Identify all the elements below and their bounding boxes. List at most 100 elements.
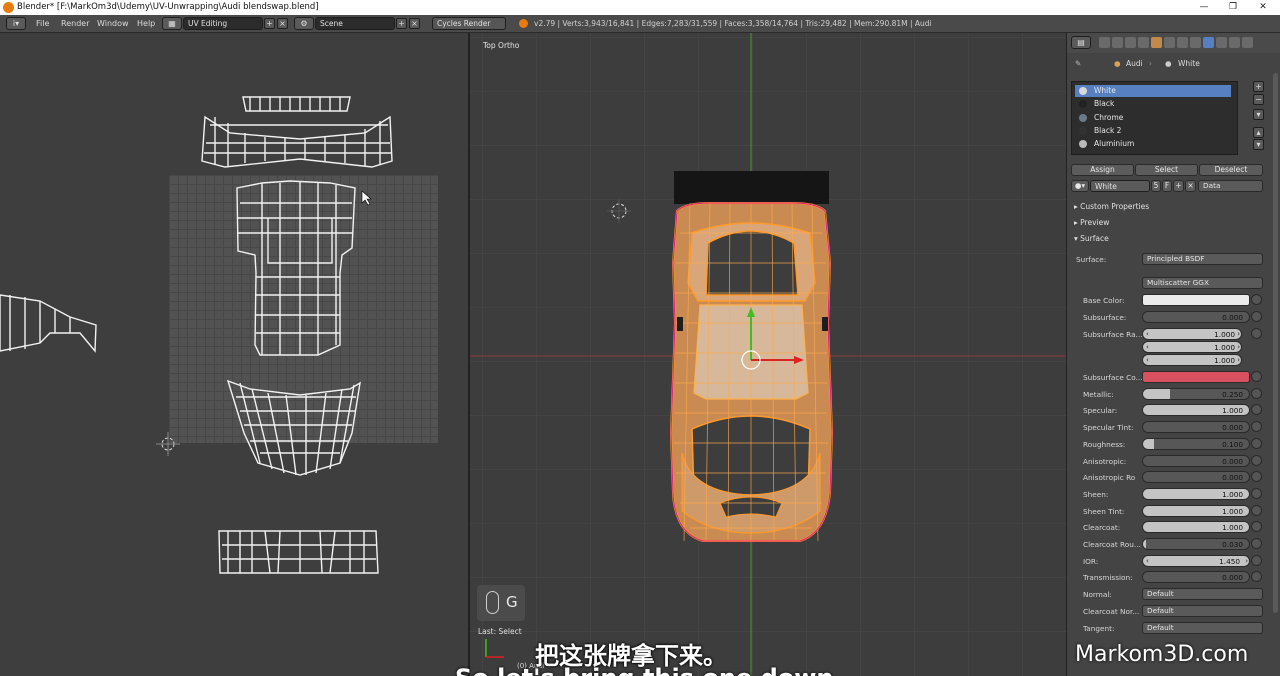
constraints-tab-icon[interactable] <box>1164 37 1175 48</box>
assign-button[interactable]: Assign <box>1071 164 1134 176</box>
move-slot-down-button[interactable]: ▾ <box>1253 139 1264 150</box>
link-socket-icon[interactable] <box>1251 404 1262 416</box>
numeric-slider[interactable]: 0.000 <box>1142 571 1250 584</box>
texture-tab-icon[interactable] <box>1216 37 1227 48</box>
license-plate-mesh[interactable] <box>674 171 829 204</box>
screen-layout-icon[interactable]: ▦ <box>162 17 182 30</box>
fake-user-icon[interactable]: F <box>1162 180 1172 192</box>
color-swatch[interactable] <box>1142 370 1250 383</box>
scene-tab-icon[interactable] <box>1125 37 1136 48</box>
link-socket-icon[interactable] <box>1251 421 1262 433</box>
data-tab-icon[interactable] <box>1190 37 1201 48</box>
material-slot[interactable]: Chrome <box>1075 112 1231 124</box>
input-link-dropdown[interactable]: Default <box>1142 605 1263 618</box>
scene-icon[interactable]: ⚙ <box>294 17 314 30</box>
uv-islands[interactable] <box>0 33 468 676</box>
numeric-slider[interactable]: 0.000 <box>1142 311 1250 323</box>
preview-panel[interactable]: ▸ Preview <box>1074 218 1109 227</box>
surface-shader-dropdown[interactable]: Principled BSDF <box>1142 253 1263 265</box>
vector-component-field[interactable]: ‹ 1.000 › <box>1142 340 1242 353</box>
link-socket-icon[interactable] <box>1251 327 1262 339</box>
unlink-material-icon[interactable]: × <box>1185 180 1196 192</box>
particles-tab-icon[interactable] <box>1229 37 1240 48</box>
input-link-dropdown[interactable]: Default <box>1142 588 1263 601</box>
numeric-slider[interactable]: 0.000 <box>1142 454 1250 467</box>
world-tab-icon[interactable] <box>1138 37 1149 48</box>
menu-file[interactable]: File <box>36 19 49 28</box>
link-socket-icon[interactable] <box>1251 437 1262 449</box>
numeric-slider[interactable]: 1.000 <box>1142 504 1250 517</box>
custom-properties-panel[interactable]: ▸ Custom Properties <box>1074 202 1149 211</box>
numeric-slider[interactable]: 1.000 <box>1142 521 1250 534</box>
material-link-dropdown[interactable]: Data <box>1198 180 1263 192</box>
modifiers-tab-icon[interactable] <box>1177 37 1188 48</box>
render-layers-tab-icon[interactable] <box>1112 37 1123 48</box>
numeric-slider[interactable]: 0.000 <box>1142 471 1250 484</box>
numeric-slider[interactable]: 1.000 <box>1142 404 1250 417</box>
link-socket-icon[interactable] <box>1251 454 1262 466</box>
link-socket-icon[interactable] <box>1251 504 1262 516</box>
editor-type-icon[interactable]: i▾ <box>6 17 26 30</box>
surface-panel[interactable]: ▾ Surface <box>1074 234 1109 243</box>
material-slot[interactable]: White <box>1075 85 1231 97</box>
numeric-slider[interactable]: 1.000 <box>1142 487 1250 500</box>
3d-viewport[interactable]: Top Ortho G Last: Select (0) Audi <box>470 33 1066 676</box>
menu-render[interactable]: Render <box>61 19 89 28</box>
link-socket-icon[interactable] <box>1251 487 1262 499</box>
vector-component-field[interactable]: ‹ 1.000 › <box>1142 327 1242 340</box>
physics-tab-icon[interactable] <box>1242 37 1253 48</box>
deselect-button[interactable]: Deselect <box>1199 164 1263 176</box>
remove-scene-button[interactable]: × <box>409 18 420 29</box>
menu-help[interactable]: Help <box>137 19 155 28</box>
menu-window[interactable]: Window <box>97 19 129 28</box>
screen-layout-field[interactable]: UV Editing <box>183 17 263 30</box>
link-socket-icon[interactable] <box>1251 538 1262 549</box>
link-socket-icon[interactable] <box>1251 370 1262 382</box>
slot-specials-button[interactable]: ▾ <box>1253 109 1264 120</box>
add-scene-button[interactable]: + <box>396 18 407 29</box>
scene-field[interactable]: Scene <box>315 17 395 30</box>
remove-slot-button[interactable]: − <box>1253 94 1264 105</box>
material-slot[interactable]: Black <box>1075 98 1231 110</box>
link-socket-icon[interactable] <box>1251 471 1262 483</box>
render-tab-icon[interactable] <box>1099 37 1110 48</box>
add-slot-button[interactable]: + <box>1253 81 1264 92</box>
new-material-icon[interactable]: + <box>1173 180 1184 192</box>
link-socket-icon[interactable] <box>1251 571 1262 583</box>
properties-scrollbar[interactable] <box>1273 73 1278 613</box>
material-browse-icon[interactable]: ●▾ <box>1071 180 1089 192</box>
link-socket-icon[interactable] <box>1251 311 1262 322</box>
select-button[interactable]: Select <box>1135 164 1198 176</box>
car-mesh[interactable] <box>669 202 834 542</box>
render-engine-dropdown[interactable]: Cycles Render <box>432 17 506 30</box>
pin-icon[interactable]: ✎ <box>1075 59 1081 68</box>
move-slot-up-button[interactable]: ▴ <box>1253 127 1264 138</box>
remove-layout-button[interactable]: × <box>277 18 288 29</box>
numeric-slider[interactable]: 0.000 <box>1142 421 1250 434</box>
numeric-slider[interactable]: 0.030 <box>1142 538 1250 550</box>
vector-component-field[interactable]: ‹ 1.000 › <box>1142 353 1242 366</box>
add-layout-button[interactable]: + <box>264 18 275 29</box>
link-socket-icon[interactable] <box>1251 387 1262 399</box>
input-link-dropdown[interactable]: Default <box>1142 622 1263 635</box>
minimize-button[interactable]: — <box>1189 1 1219 14</box>
screencast-keys: G <box>477 585 525 621</box>
numeric-slider[interactable]: 0.100 <box>1142 437 1250 450</box>
object-tab-icon[interactable] <box>1151 37 1162 48</box>
link-socket-icon[interactable] <box>1251 521 1262 533</box>
numeric-slider[interactable]: 0.250 <box>1142 387 1250 400</box>
uv-image-editor[interactable] <box>0 33 468 676</box>
material-slot-list[interactable]: White Black Chrome Black 2 Aluminium <box>1071 81 1238 155</box>
link-socket-icon[interactable] <box>1251 554 1262 566</box>
material-name-field[interactable]: White <box>1090 180 1150 192</box>
numeric-slider[interactable]: ‹ › 1.450 <box>1142 554 1250 567</box>
color-swatch[interactable] <box>1142 294 1250 306</box>
distribution-dropdown[interactable]: Multiscatter GGX <box>1142 277 1263 289</box>
material-slot[interactable]: Black 2 <box>1075 125 1231 137</box>
material-tab-icon[interactable] <box>1203 37 1214 48</box>
link-socket-icon[interactable] <box>1251 294 1262 305</box>
close-button[interactable]: ✕ <box>1248 1 1278 14</box>
properties-editor-type-icon[interactable]: ▤ <box>1071 36 1091 49</box>
material-slot[interactable]: Aluminium <box>1075 138 1231 150</box>
maximize-button[interactable]: ❐ <box>1218 1 1248 14</box>
